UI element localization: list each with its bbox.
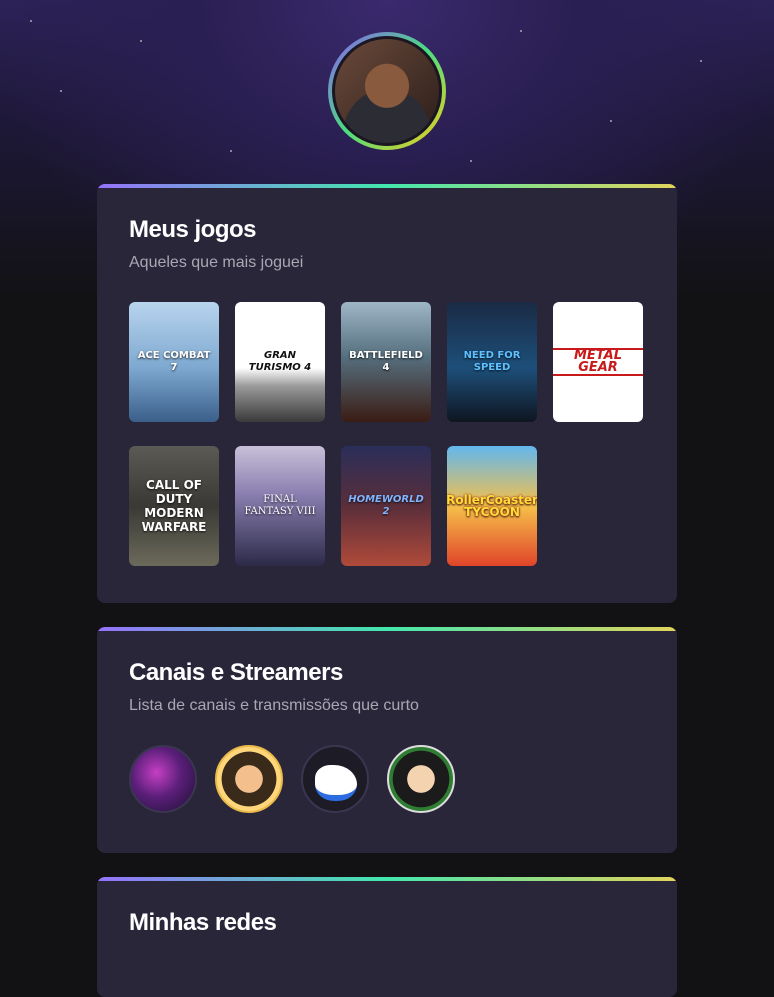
profile-avatar <box>332 36 442 146</box>
star-decoration <box>700 60 702 62</box>
game-title: FINAL FANTASY VIII <box>244 494 316 517</box>
channel-avatar-4[interactable] <box>387 745 455 813</box>
game-cover-gran-turismo-4[interactable]: GRAN TURISMO 4 <box>235 302 325 422</box>
game-cover-homeworld-2[interactable]: HOMEWORLD 2 <box>341 446 431 566</box>
games-grid: ACE COMBAT 7 GRAN TURISMO 4 BATTLEFIELD … <box>129 302 649 566</box>
game-title: RollerCoaster TYCOON <box>447 493 537 519</box>
channel-avatar-2[interactable] <box>215 745 283 813</box>
game-title: METAL GEAR <box>553 348 643 376</box>
games-title: Meus jogos <box>129 216 257 243</box>
profile-avatar-ring <box>328 32 446 150</box>
star-decoration <box>60 90 62 92</box>
channels-subtitle: Lista de canais e transmissões que curto <box>129 697 419 714</box>
star-decoration <box>610 120 612 122</box>
channel-avatar-3[interactable] <box>301 745 369 813</box>
star-decoration <box>140 40 142 42</box>
star-decoration <box>30 20 32 22</box>
game-title: BATTLEFIELD 4 <box>349 350 423 373</box>
game-cover-call-of-duty-modern-warfare[interactable]: CALL OF DUTY MODERN WARFARE <box>129 446 219 566</box>
game-cover-need-for-speed[interactable]: NEED FOR SPEED <box>447 302 537 422</box>
networks-title: Minhas redes <box>129 909 277 936</box>
channels-title: Canais e Streamers <box>129 659 343 686</box>
game-cover-ace-combat-7[interactable]: ACE COMBAT 7 <box>129 302 219 422</box>
game-title: CALL OF DUTY MODERN WARFARE <box>141 478 207 534</box>
channels-card: Canais e Streamers Lista de canais e tra… <box>97 627 677 853</box>
game-cover-final-fantasy-viii[interactable]: FINAL FANTASY VIII <box>235 446 325 566</box>
games-card: Meus jogos Aqueles que mais joguei ACE C… <box>97 184 677 603</box>
channels-list <box>129 745 645 813</box>
game-cover-battlefield-4[interactable]: BATTLEFIELD 4 <box>341 302 431 422</box>
games-subtitle: Aqueles que mais joguei <box>129 254 304 271</box>
channel-avatar-1[interactable] <box>129 745 197 813</box>
game-title: HOMEWORLD 2 <box>348 494 424 517</box>
game-title: NEED FOR SPEED <box>463 350 521 373</box>
wing-icon <box>315 765 357 801</box>
star-decoration <box>520 30 522 32</box>
star-decoration <box>230 150 232 152</box>
star-decoration <box>470 160 472 162</box>
game-cover-rollercoaster-tycoon[interactable]: RollerCoaster TYCOON <box>447 446 537 566</box>
game-title: ACE COMBAT 7 <box>137 350 211 373</box>
networks-card: Minhas redes <box>97 877 677 997</box>
game-cover-metal-gear[interactable]: METAL GEAR <box>553 302 643 422</box>
game-title: GRAN TURISMO 4 <box>248 350 312 373</box>
